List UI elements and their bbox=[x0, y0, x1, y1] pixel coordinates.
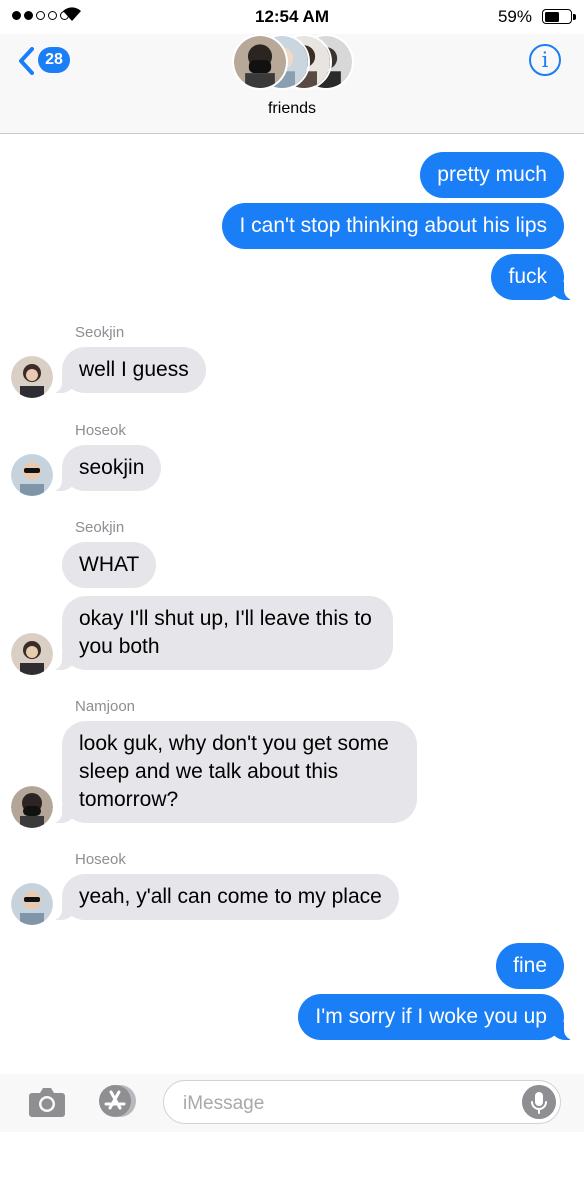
message-text: seokjin bbox=[79, 456, 145, 479]
chevron-left-icon bbox=[19, 47, 34, 75]
outgoing-message[interactable]: fine bbox=[496, 943, 564, 989]
message-placeholder: iMessage bbox=[183, 1093, 265, 1114]
seokjin-avatar[interactable] bbox=[11, 356, 53, 398]
outgoing-message[interactable]: I'm sorry if I woke you up bbox=[298, 994, 574, 1040]
outgoing-message[interactable]: I can't stop thinking about his lips bbox=[222, 203, 564, 249]
battery-icon bbox=[542, 9, 572, 24]
seokjin-avatar[interactable] bbox=[11, 633, 53, 675]
message-text: I'm sorry if I woke you up bbox=[315, 1005, 547, 1028]
app-store-icon[interactable] bbox=[93, 1084, 137, 1118]
sender-name: Hoseok bbox=[75, 851, 126, 868]
hoseok-avatar[interactable] bbox=[11, 454, 53, 496]
status-bar: 12:54 AM 59% bbox=[0, 0, 584, 34]
outgoing-message[interactable]: fuck bbox=[491, 254, 574, 300]
group-name[interactable]: friends bbox=[0, 100, 584, 118]
message-text: pretty much bbox=[437, 163, 547, 186]
unread-count-badge: 28 bbox=[38, 47, 70, 73]
sender-name: Seokjin bbox=[75, 519, 125, 536]
namjoon-avatar[interactable] bbox=[11, 786, 53, 828]
outgoing-message[interactable]: pretty much bbox=[420, 152, 564, 198]
message-text: okay I'll shut up, I'll leave this to bbox=[79, 607, 372, 630]
back-button[interactable]: 28 bbox=[18, 44, 78, 78]
message-text: fuck bbox=[508, 265, 547, 288]
group-avatars[interactable] bbox=[232, 34, 354, 92]
message-text: you both bbox=[79, 635, 160, 658]
incoming-message[interactable]: okay I'll shut up, I'll leave this to yo… bbox=[52, 596, 393, 670]
sender-name: Seokjin bbox=[75, 324, 125, 341]
message-input-bar: iMessage bbox=[0, 1074, 584, 1132]
message-text: fine bbox=[513, 954, 547, 977]
message-text: tomorrow? bbox=[79, 788, 179, 811]
message-text: I can't stop thinking about his lips bbox=[239, 214, 547, 237]
camera-icon[interactable] bbox=[28, 1086, 66, 1118]
member-avatar bbox=[232, 34, 288, 90]
sender-name: Hoseok bbox=[75, 422, 126, 439]
incoming-message[interactable]: yeah, y'all can come to my place bbox=[52, 874, 399, 920]
message-input[interactable]: iMessage bbox=[163, 1080, 561, 1124]
status-time: 12:54 AM bbox=[254, 7, 329, 26]
sender-name: Namjoon bbox=[75, 698, 136, 715]
message-text: yeah, y'all can come to my place bbox=[79, 885, 382, 908]
info-button[interactable]: i bbox=[529, 44, 561, 76]
incoming-message[interactable]: WHAT bbox=[62, 542, 157, 588]
message-text: sleep and we talk about this bbox=[79, 760, 339, 783]
incoming-message[interactable]: seokjin bbox=[51, 445, 162, 491]
message-text: well I guess bbox=[79, 358, 189, 381]
microphone-icon[interactable] bbox=[522, 1085, 556, 1119]
message-text: look guk, why don't you get some bbox=[79, 732, 389, 755]
conversation-header: 28 friends i bbox=[0, 34, 584, 134]
incoming-message[interactable]: look guk, why don't you get some sleep a… bbox=[52, 721, 417, 823]
battery-percentage: 59% bbox=[497, 7, 532, 26]
battery-cap bbox=[573, 14, 576, 20]
hoseok-avatar[interactable] bbox=[11, 883, 53, 925]
message-text: WHAT bbox=[79, 553, 140, 576]
incoming-message[interactable]: well I guess bbox=[52, 347, 206, 393]
